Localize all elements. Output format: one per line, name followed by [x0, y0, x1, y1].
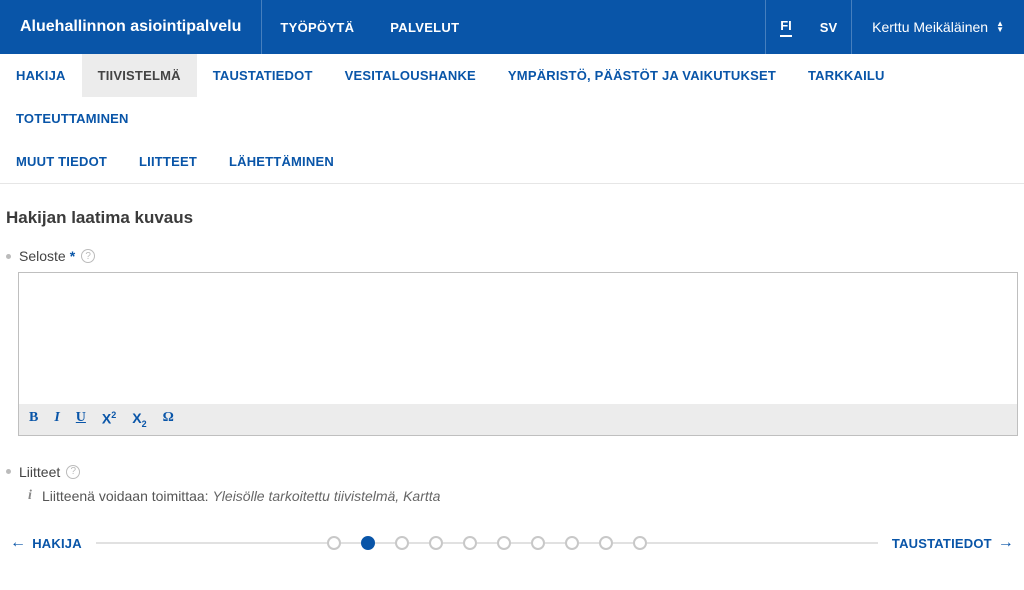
lang-sv[interactable]: SV [806, 0, 851, 54]
nav-tyopoyta[interactable]: TYÖPÖYTÄ [262, 0, 372, 54]
tab-liitteet[interactable]: LIITTEET [123, 140, 213, 183]
tab-ymparisto[interactable]: YMPÄRISTÖ, PÄÄSTÖT JA VAIKUTUKSET [492, 54, 792, 97]
next-step-label: TAUSTATIEDOT [892, 536, 992, 551]
tab-vesitaloushanke[interactable]: VESITALOUSHANKE [329, 54, 492, 97]
user-name: Kerttu Meikäläinen [872, 19, 988, 35]
tab-muut-tiedot[interactable]: MUUT TIEDOT [0, 140, 123, 183]
omega-button[interactable]: Ω [163, 410, 174, 429]
tab-hakija[interactable]: HAKIJA [0, 54, 82, 97]
tab-tiivistelma[interactable]: TIIVISTELMÄ [82, 54, 197, 97]
seloste-label: Seloste [19, 248, 66, 264]
arrow-left-icon: ← [10, 534, 26, 552]
arrow-right-icon: → [998, 534, 1014, 552]
attachments-info: i Liitteenä voidaan toimittaa: Yleisölle… [24, 488, 1018, 504]
info-icon: i [24, 488, 36, 504]
tab-lahettaminen[interactable]: LÄHETTÄMINEN [213, 140, 350, 183]
step-5[interactable] [463, 536, 477, 550]
step-9[interactable] [599, 536, 613, 550]
richtext-toolbar: B I U X2 X2 Ω [19, 404, 1017, 435]
italic-button[interactable]: I [54, 410, 59, 429]
step-8[interactable] [565, 536, 579, 550]
seloste-label-row: Seloste * ? [6, 248, 1018, 264]
language-switcher: FI SV [765, 0, 851, 54]
help-icon[interactable]: ? [81, 249, 95, 263]
app-title: Aluehallinnon asiointipalvelu [0, 0, 262, 54]
next-step-button[interactable]: TAUSTATIEDOT → [892, 534, 1014, 552]
prev-step-label: HAKIJA [32, 536, 82, 551]
form-tabs: HAKIJA TIIVISTELMÄ TAUSTATIEDOT VESITALO… [0, 54, 1024, 184]
attachments-info-types: Yleisölle tarkoitettu tiivistelmä, Kartt… [212, 488, 440, 504]
footer-stepper-nav: ← HAKIJA TAUSTATIEDOT → [0, 534, 1024, 552]
sort-icon: ▲▼ [996, 21, 1004, 33]
stepper [96, 536, 878, 550]
underline-button[interactable]: U [76, 410, 86, 429]
step-10[interactable] [633, 536, 647, 550]
help-icon[interactable]: ? [66, 465, 80, 479]
attachments-info-prefix: Liitteenä voidaan toimittaa: [42, 488, 212, 504]
primary-nav: TYÖPÖYTÄ PALVELUT [262, 0, 765, 54]
main-content: Hakijan laatima kuvaus Seloste * ? B I U… [0, 184, 1024, 510]
section-title: Hakijan laatima kuvaus [6, 208, 1018, 228]
step-7[interactable] [531, 536, 545, 550]
tab-taustatiedot[interactable]: TAUSTATIEDOT [197, 54, 329, 97]
nav-palvelut[interactable]: PALVELUT [372, 0, 477, 54]
step-4[interactable] [429, 536, 443, 550]
bullet-icon [6, 254, 11, 259]
subscript-button[interactable]: X2 [132, 410, 146, 429]
app-header: Aluehallinnon asiointipalvelu TYÖPÖYTÄ P… [0, 0, 1024, 54]
seloste-editor: B I U X2 X2 Ω [18, 272, 1018, 436]
step-2[interactable] [361, 536, 375, 550]
user-menu[interactable]: Kerttu Meikäläinen ▲▼ [851, 0, 1024, 54]
bold-button[interactable]: B [29, 410, 38, 429]
tab-toteuttaminen[interactable]: TOTEUTTAMINEN [0, 97, 145, 140]
attachments-section: Liitteet ? i Liitteenä voidaan toimittaa… [6, 464, 1018, 504]
bullet-icon [6, 469, 11, 474]
attachments-label-row: Liitteet ? [6, 464, 1018, 480]
step-3[interactable] [395, 536, 409, 550]
attachments-label: Liitteet [19, 464, 60, 480]
step-6[interactable] [497, 536, 511, 550]
tab-tarkkailu[interactable]: TARKKAILU [792, 54, 901, 97]
required-marker: * [70, 248, 75, 264]
prev-step-button[interactable]: ← HAKIJA [10, 534, 82, 552]
seloste-textarea[interactable] [19, 273, 1017, 401]
superscript-button[interactable]: X2 [102, 410, 116, 429]
step-1[interactable] [327, 536, 341, 550]
lang-fi[interactable]: FI [766, 0, 806, 54]
